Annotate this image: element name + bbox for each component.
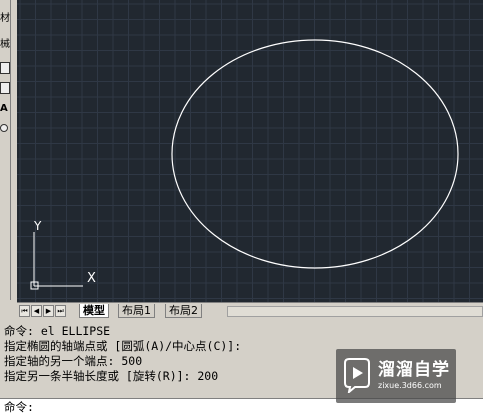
tab-model[interactable]: 模型 bbox=[79, 304, 109, 318]
watermark-subtitle: zixue.3d66.com bbox=[378, 381, 442, 390]
tab-layout2[interactable]: 布局2 bbox=[165, 304, 202, 318]
drawing-area: Y X bbox=[17, 0, 483, 302]
toolbar-glyph[interactable]: 材 bbox=[0, 10, 10, 28]
watermark: 溜溜自学 zixue.3d66.com bbox=[336, 349, 456, 403]
drawing-canvas[interactable]: Y X bbox=[17, 0, 483, 302]
grid-lines bbox=[17, 0, 483, 302]
command-history-line: 指定椭圆的轴端点或 [圆弧(A)/中心点(C)]: bbox=[4, 339, 242, 353]
left-toolbar: 材 械 A bbox=[0, 0, 11, 300]
toolbar-tool-icon[interactable] bbox=[0, 62, 10, 74]
tab-layout1[interactable]: 布局1 bbox=[118, 304, 155, 318]
ucs-y-label: Y bbox=[33, 219, 42, 233]
last-icon[interactable]: ⏭ bbox=[55, 305, 66, 317]
watermark-title: 溜溜自学 bbox=[378, 360, 450, 380]
next-icon[interactable]: ▶ bbox=[43, 305, 54, 317]
command-history-line: 指定轴的另一个端点: 500 bbox=[4, 354, 143, 368]
first-icon[interactable]: ⏮ bbox=[19, 305, 30, 317]
horizontal-scrollbar[interactable] bbox=[227, 306, 483, 317]
command-history-line: 命令: el ELLIPSE bbox=[4, 324, 111, 338]
text-icon[interactable]: A bbox=[0, 100, 10, 118]
ucs-x-label: X bbox=[87, 271, 96, 286]
layout-tab-bar: ⏮ ◀ ▶ ⏭ 模型 布局1 布局2 bbox=[17, 302, 483, 318]
toolbar-tool-icon[interactable] bbox=[0, 82, 10, 94]
command-input[interactable] bbox=[40, 400, 340, 414]
ucs-icon: Y X bbox=[30, 219, 96, 290]
toolbar-glyph[interactable]: 械 bbox=[0, 36, 10, 54]
watermark-logo-icon bbox=[344, 358, 370, 393]
prev-icon[interactable]: ◀ bbox=[31, 305, 42, 317]
toolbar-tool-icon[interactable] bbox=[0, 124, 8, 132]
command-history-line: 指定另一条半轴长度或 [旋转(R)]: 200 bbox=[4, 369, 219, 383]
command-prompt-label: 命令: bbox=[4, 400, 34, 414]
